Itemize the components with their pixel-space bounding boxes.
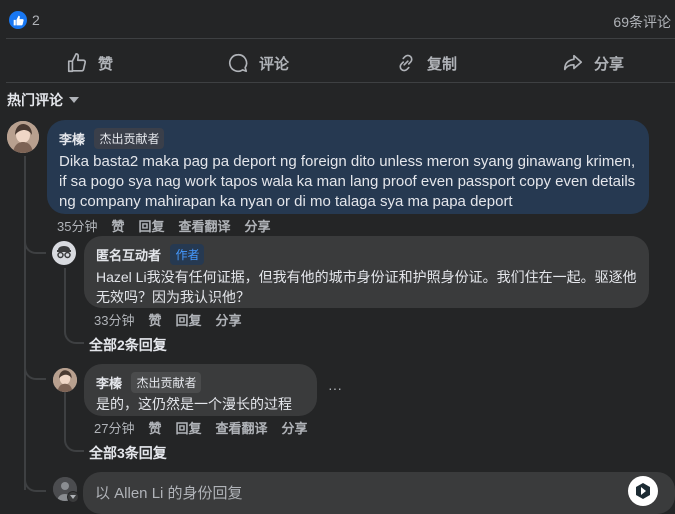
comment-timestamp[interactable]: 35分钟 bbox=[57, 216, 97, 235]
like-button-label: 赞 bbox=[98, 55, 114, 73]
thread-connector bbox=[24, 362, 46, 380]
thread-connector bbox=[24, 474, 46, 492]
comment-reply-link[interactable]: 回复 bbox=[138, 216, 164, 235]
comment-sort-label: 热门评论 bbox=[7, 92, 63, 108]
reply-author[interactable]: 李榛 bbox=[96, 376, 122, 391]
reply-reply-link[interactable]: 回复 bbox=[175, 418, 201, 437]
comment-translate-link[interactable]: 查看翻译 bbox=[179, 216, 231, 235]
copy-button-label: 复制 bbox=[427, 55, 458, 73]
reply-bubble: 匿名互动者 作者 Hazel Li我没有任何证据，但我有他的城市身份证和护照身份… bbox=[84, 236, 649, 308]
reply-bubble: 李榛 杰出贡献者 是的，这仍然是一个漫长的过程 bbox=[84, 364, 317, 416]
more-options-icon[interactable]: ··· bbox=[328, 380, 342, 396]
thread-connector bbox=[64, 436, 84, 452]
comment-share-link[interactable]: 分享 bbox=[245, 216, 271, 235]
contributor-badge[interactable]: 杰出贡献者 bbox=[94, 128, 165, 149]
link-icon bbox=[399, 54, 413, 72]
reply-reply-link[interactable]: 回复 bbox=[175, 310, 201, 329]
comment-button-label: 评论 bbox=[259, 55, 290, 73]
comment-like-link[interactable]: 赞 bbox=[111, 216, 124, 235]
reply-like-link[interactable]: 赞 bbox=[148, 310, 161, 329]
reply-share-link[interactable]: 分享 bbox=[216, 310, 242, 329]
like-button[interactable]: 赞 bbox=[66, 52, 113, 74]
author-badge[interactable]: 作者 bbox=[170, 244, 205, 265]
thread-connector bbox=[24, 236, 46, 254]
comment-sort-dropdown[interactable]: 热门评论 bbox=[7, 90, 79, 110]
comment-bubble: 李榛 杰出贡献者 Dika basta2 maka pag pa deport … bbox=[47, 120, 649, 214]
thread-line bbox=[24, 156, 26, 490]
reply-timestamp[interactable]: 27分钟 bbox=[94, 418, 134, 437]
like-reaction-icon[interactable] bbox=[9, 11, 27, 29]
thread-connector bbox=[64, 328, 84, 344]
profile-switch-icon[interactable] bbox=[67, 491, 79, 503]
comment-meta: 35分钟 赞 回复 查看翻译 分享 bbox=[57, 216, 271, 235]
reaction-count[interactable]: 2 bbox=[32, 12, 40, 28]
share-button-label: 分享 bbox=[594, 55, 625, 73]
reply-translate-link[interactable]: 查看翻译 bbox=[216, 418, 268, 437]
thumbs-up-icon bbox=[67, 53, 87, 73]
divider bbox=[6, 82, 675, 83]
comment-total[interactable]: 69条评论 bbox=[613, 12, 671, 32]
divider bbox=[6, 38, 675, 39]
reply-like-link[interactable]: 赞 bbox=[148, 418, 161, 437]
thread-line bbox=[64, 268, 66, 328]
caret-down-icon bbox=[69, 97, 79, 103]
share-icon bbox=[563, 54, 583, 71]
share-button[interactable]: 分享 bbox=[562, 52, 624, 74]
reply-author[interactable]: 匿名互动者 bbox=[96, 248, 161, 263]
reply-meta: 27分钟 赞 回复 查看翻译 分享 bbox=[94, 418, 308, 437]
avatar[interactable] bbox=[7, 121, 39, 153]
reply-timestamp[interactable]: 33分钟 bbox=[94, 310, 134, 329]
view-more-replies-link[interactable]: 全部3条回复 bbox=[89, 443, 167, 463]
reply-text: Hazel Li我没有任何证据，但我有他的城市身份证和护照身份证。我们住在一起。… bbox=[96, 269, 637, 305]
comment-button[interactable]: 评论 bbox=[227, 52, 289, 74]
reply-input[interactable]: 以 Allen Li 的身份回复 bbox=[83, 472, 675, 514]
comment-text: Dika basta2 maka pag pa deport ng foreig… bbox=[59, 153, 636, 210]
contributor-badge[interactable]: 杰出贡献者 bbox=[131, 372, 202, 393]
thread-line bbox=[64, 392, 66, 436]
reply-text: 是的，这仍然是一个漫长的过程 bbox=[96, 396, 292, 412]
view-more-replies-link[interactable]: 全部2条回复 bbox=[89, 335, 167, 355]
comment-author[interactable]: 李榛 bbox=[59, 132, 85, 147]
copy-button[interactable]: 复制 bbox=[395, 52, 457, 74]
comment-icon bbox=[229, 53, 248, 73]
send-button[interactable] bbox=[628, 476, 658, 506]
reply-meta: 33分钟 赞 回复 分享 bbox=[94, 310, 242, 329]
send-icon bbox=[636, 483, 650, 499]
anonymous-avatar-icon[interactable] bbox=[52, 241, 76, 265]
avatar[interactable] bbox=[53, 368, 77, 392]
reply-share-link[interactable]: 分享 bbox=[282, 418, 308, 437]
